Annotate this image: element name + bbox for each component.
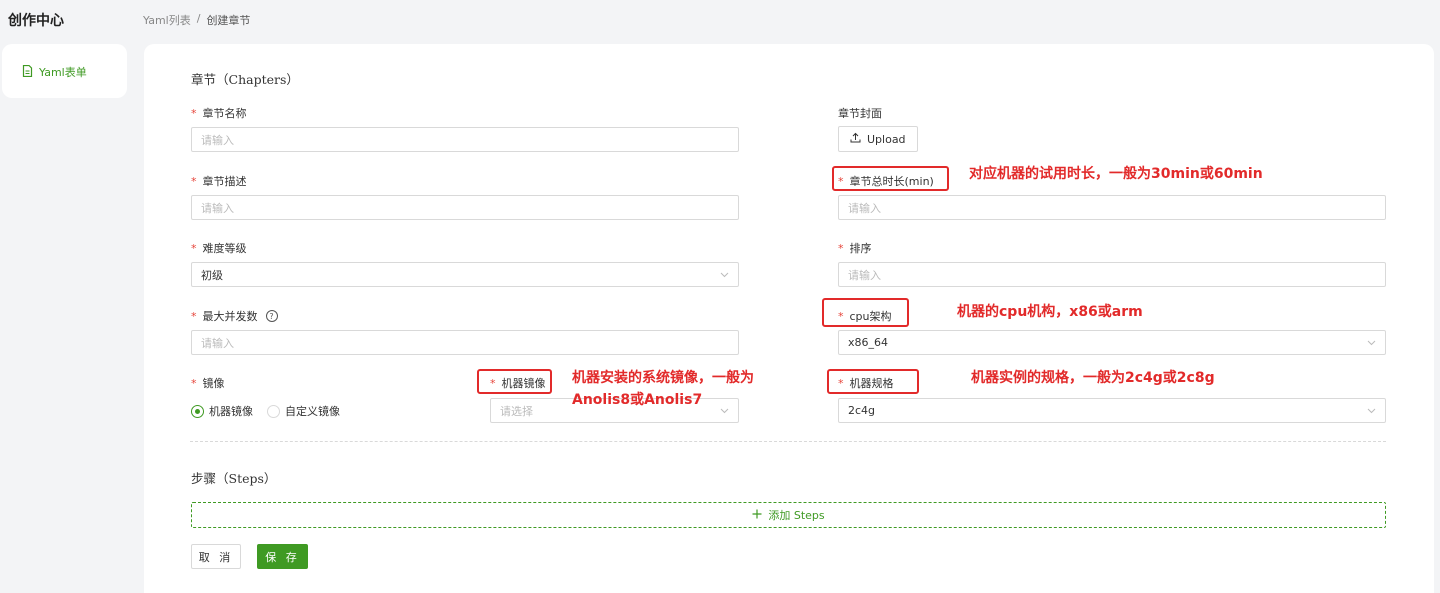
chapter-desc-input[interactable]: 请输入 <box>191 195 739 220</box>
concurrency-input[interactable]: 请输入 <box>191 330 739 355</box>
plus-icon <box>752 509 762 522</box>
image-radio-group: 机器镜像 自定义镜像 <box>191 403 340 419</box>
sidebar-item-label: Yaml表单 <box>39 66 87 79</box>
sidebar: Yaml表单 <box>2 44 127 98</box>
save-button[interactable]: 保 存 <box>257 544 308 569</box>
machine-spec-select[interactable]: 2c4g <box>838 398 1386 423</box>
radio-custom-image[interactable]: 自定义镜像 <box>267 403 340 419</box>
chevron-down-icon <box>1367 340 1376 346</box>
radio-checked-icon <box>191 404 204 418</box>
cpu-arch-label: * cpu架构 <box>838 309 892 324</box>
annotation-image-line1: 机器安装的系统镜像，一般为 <box>572 370 754 386</box>
order-label: * 排序 <box>838 241 872 256</box>
difficulty-select[interactable]: 初级 <box>191 262 739 287</box>
chapter-name-input[interactable]: 请输入 <box>191 127 739 152</box>
chevron-down-icon <box>720 272 729 278</box>
annotation-spec: 机器实例的规格，一般为2c4g或2c8g <box>971 370 1215 386</box>
cancel-button[interactable]: 取 消 <box>191 544 241 569</box>
breadcrumb-current: 创建章节 <box>206 14 251 27</box>
help-icon[interactable]: ? <box>265 310 278 322</box>
chapter-duration-label: * 章节总时长(min) <box>838 174 934 189</box>
chevron-down-icon <box>720 408 729 414</box>
breadcrumb: Yaml列表 / 创建章节 <box>143 12 250 28</box>
chapter-cover-label: 章节封面 <box>838 107 882 120</box>
upload-icon <box>850 132 861 146</box>
image-label: * 镜像 <box>191 376 225 391</box>
radio-machine-image[interactable]: 机器镜像 <box>191 403 253 419</box>
breadcrumb-separator: / <box>196 12 201 25</box>
file-icon <box>22 64 33 80</box>
steps-section-title: 步骤（Steps） <box>191 471 277 486</box>
machine-image-label: * 机器镜像 <box>490 376 546 391</box>
sidebar-item-yaml-form[interactable]: Yaml表单 <box>22 64 87 80</box>
chevron-down-icon <box>1367 408 1376 414</box>
breadcrumb-parent[interactable]: Yaml列表 <box>143 12 191 28</box>
order-input[interactable]: 请输入 <box>838 262 1386 287</box>
annotation-duration: 对应机器的试用时长，一般为30min或60min <box>969 166 1263 182</box>
cpu-arch-select[interactable]: x86_64 <box>838 330 1386 355</box>
app-title: 创作中心 <box>8 13 64 29</box>
annotation-cpu: 机器的cpu机构，x86或arm <box>957 304 1143 320</box>
chapter-desc-label: * 章节描述 <box>191 174 247 189</box>
upload-button[interactable]: Upload <box>838 126 918 152</box>
difficulty-label: * 难度等级 <box>191 241 247 256</box>
chapter-name-label: * 章节名称 <box>191 106 247 121</box>
concurrency-label: * 最大并发数? <box>191 308 278 324</box>
radio-unchecked-icon <box>267 404 280 418</box>
chapters-section-title: 章节（Chapters） <box>191 72 299 87</box>
section-divider <box>190 441 1386 442</box>
annotation-image-line2: Anolis8或Anolis7 <box>572 392 703 408</box>
add-steps-button[interactable]: 添加 Steps <box>191 502 1386 528</box>
chapter-duration-input[interactable]: 请输入 <box>838 195 1386 220</box>
machine-spec-label: * 机器规格 <box>838 376 894 391</box>
